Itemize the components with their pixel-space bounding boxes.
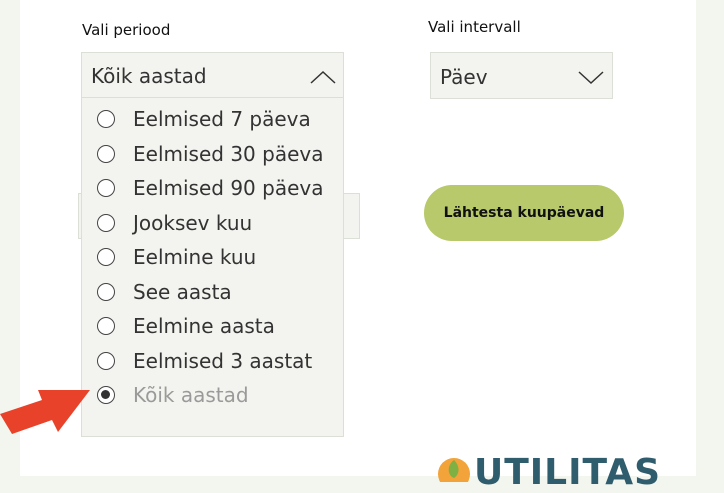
period-selected-value: Kõik aastad bbox=[91, 64, 207, 88]
period-option-label: Eelmised 90 päeva bbox=[133, 176, 324, 200]
utilitas-logo-icon bbox=[438, 458, 470, 482]
interval-selected-value: Päev bbox=[440, 65, 488, 89]
radio-unchecked-icon[interactable] bbox=[97, 282, 115, 301]
period-option-label: See aasta bbox=[133, 279, 232, 304]
period-option[interactable]: Eelmine aasta bbox=[82, 309, 342, 343]
chevron-down-icon bbox=[578, 71, 604, 85]
reset-dates-button[interactable]: Lähtesta kuupäevad bbox=[424, 185, 624, 241]
period-dropdown-list: Eelmised 7 päeva Eelmised 30 päeva Eelmise… bbox=[81, 97, 344, 437]
period-option-label: Eelmine aasta bbox=[133, 314, 275, 338]
radio-unchecked-icon[interactable] bbox=[97, 248, 115, 266]
period-option-label: Kõik aastad bbox=[133, 383, 249, 407]
radio-unchecked-icon[interactable] bbox=[97, 351, 115, 370]
radio-unchecked-icon[interactable] bbox=[97, 179, 115, 197]
radio-unchecked-icon[interactable] bbox=[97, 144, 115, 163]
interval-select[interactable]: Päev bbox=[430, 52, 613, 99]
period-option[interactable]: See aasta bbox=[82, 275, 342, 309]
period-option-label: Eelmine kuu bbox=[133, 245, 257, 269]
chevron-up-icon bbox=[310, 70, 336, 84]
radio-unchecked-icon[interactable] bbox=[97, 213, 115, 232]
period-option-label: Jooksev kuu bbox=[133, 210, 253, 235]
period-option[interactable]: Eelmised 3 aastat bbox=[82, 344, 342, 378]
annotation-arrow-icon bbox=[0, 390, 90, 434]
radio-unchecked-icon[interactable] bbox=[97, 317, 115, 335]
period-option-label: Eelmised 7 päeva bbox=[133, 107, 311, 131]
period-option[interactable]: Eelmine kuu bbox=[82, 240, 342, 274]
period-select[interactable]: Kõik aastad bbox=[81, 52, 344, 98]
period-option[interactable]: Eelmised 7 päeva bbox=[82, 102, 342, 136]
period-option[interactable]: Eelmised 30 päeva bbox=[82, 137, 342, 171]
utilitas-logo: UTILITAS bbox=[474, 452, 662, 493]
interval-label: Vali intervall bbox=[428, 18, 521, 36]
period-option[interactable]: Jooksev kuu bbox=[82, 206, 342, 240]
period-option[interactable]: Eelmised 90 päeva bbox=[82, 171, 342, 205]
period-option-label: Eelmised 30 päeva bbox=[133, 141, 324, 166]
period-label: Vali periood bbox=[82, 21, 171, 39]
radio-unchecked-icon[interactable] bbox=[97, 110, 115, 128]
radio-dot-icon bbox=[101, 390, 110, 399]
period-option-label: Eelmised 3 aastat bbox=[133, 348, 313, 373]
period-option[interactable]: Kõik aastad bbox=[82, 378, 342, 412]
